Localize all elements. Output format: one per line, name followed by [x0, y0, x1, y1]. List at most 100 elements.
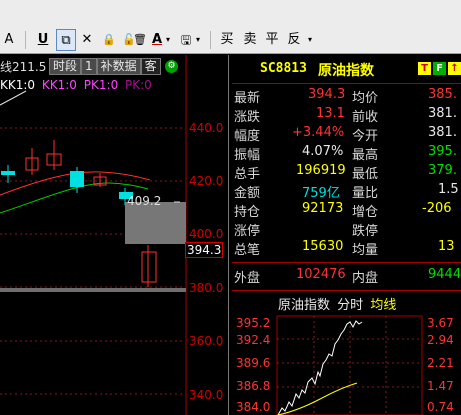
quote-row: 持仓 92173 增仓 -206	[232, 201, 461, 220]
mini-pct-label: 2.21	[427, 356, 454, 370]
average-line	[277, 382, 358, 415]
quote-value: +3.44%	[292, 125, 345, 140]
chevron-down-icon[interactable]: ▾	[164, 29, 172, 51]
sell-button[interactable]: 卖	[242, 29, 258, 51]
mini-pct-label: 2.94	[427, 333, 454, 347]
quote-value: 381.	[428, 125, 457, 140]
candle	[93, 173, 107, 187]
outer-label: 外盘	[234, 271, 261, 286]
quote-label: 最高	[352, 148, 379, 163]
mini-price-label: 384.0	[236, 400, 271, 414]
quote-row: 最新 394.3 均价 385.	[232, 87, 461, 106]
quote-label: 量比	[352, 186, 379, 201]
mini-pct-label: 3.67	[427, 316, 454, 330]
quote-row: 总手 196919 最低 379.	[232, 163, 461, 182]
intraday-svg	[276, 315, 423, 415]
candle	[25, 148, 39, 175]
price-line	[277, 320, 363, 415]
quote-value: 4.07%	[302, 144, 344, 159]
quote-value: 381.	[428, 106, 457, 121]
candle	[141, 245, 157, 287]
candle	[1, 165, 15, 183]
quote-header: SC8813 原油指数 T F ↑	[232, 58, 461, 82]
quote-row: 幅度 +3.44% 今开 381.	[232, 125, 461, 144]
settings-icon[interactable]: ⚙	[165, 60, 178, 73]
quote-label: 幅度	[234, 129, 261, 144]
reverse-button[interactable]: 反	[286, 29, 302, 51]
intraday-mini-chart[interactable]: 原油指数 分时 均线 395.2 392.4 389.6 386.8 384.0…	[232, 294, 461, 415]
inner-value: 9444	[428, 267, 461, 282]
price-label: 400.0	[189, 227, 224, 241]
flag-icon[interactable]: ↑	[448, 62, 461, 75]
indicator-values: KK1:0 KK1:0 PK1:0 PK:0	[0, 78, 152, 92]
quote-value: 13	[438, 239, 455, 254]
close-icon[interactable]: ✕	[78, 29, 96, 51]
current-price-tag: 394.3	[185, 242, 224, 258]
quote-label: 最低	[352, 167, 379, 182]
lock-icon[interactable]: 🔒	[100, 29, 118, 51]
indicator-kk: KK1:0	[0, 78, 36, 92]
price-label: 420.0	[189, 174, 224, 188]
quote-label: 前收	[352, 110, 379, 125]
mini-price-label: 395.2	[236, 316, 271, 330]
tab-supplement[interactable]: 补数据	[96, 58, 141, 75]
separator-line	[0, 288, 186, 292]
buy-button[interactable]: 买	[219, 29, 235, 51]
divider	[232, 290, 461, 291]
quote-value: 92173	[302, 201, 344, 216]
quote-value: 379.	[428, 163, 457, 178]
tab-page[interactable]: 1	[81, 58, 97, 75]
tab-other[interactable]: 客	[140, 58, 161, 75]
indicator-pk: PK1:0	[83, 78, 119, 92]
quote-value: 15630	[302, 239, 344, 254]
chevron-down-icon[interactable]: ▾	[194, 29, 202, 51]
text-color-button[interactable]: A	[150, 29, 164, 51]
price-label: 440.0	[189, 121, 224, 135]
mini-price-label: 389.6	[236, 356, 271, 370]
quote-label: 均价	[352, 91, 379, 106]
chart-info-text: 线211.5	[0, 60, 47, 74]
quote-label: 持仓	[234, 205, 261, 220]
quote-label: 今开	[352, 129, 379, 144]
quote-label: 最新	[234, 91, 261, 106]
toolbar: A U ⧉ ✕ 🔒 🔓 🗑 A ▾ 🖫 ▾ 买 卖 平 反 ▾	[0, 0, 461, 54]
candlestick-chart[interactable]: 440.0 420.0 400.0 380.0 360.0 340.0 394.…	[0, 55, 230, 415]
indicator-line	[0, 90, 27, 106]
quote-label: 总笔	[234, 243, 261, 258]
indicator-pk2: PK:0	[125, 78, 152, 92]
quote-value: 385.	[428, 87, 457, 102]
inner-label: 内盘	[352, 271, 379, 286]
chevron-down-icon[interactable]: ▾	[306, 29, 314, 51]
price-label: 380.0	[189, 281, 224, 295]
quote-label: 涨跌	[234, 110, 261, 125]
quote-label: 增仓	[352, 205, 379, 220]
quote-value: 13.1	[316, 106, 345, 121]
save-icon[interactable]: 🖫	[178, 29, 194, 51]
delete-icon[interactable]: 🗑	[131, 29, 149, 51]
mini-price-label: 386.8	[236, 379, 271, 393]
quote-row: 总笔 15630 均量 13	[232, 239, 461, 258]
level-label: 409.2	[127, 194, 162, 208]
close-position-button[interactable]: 平	[264, 29, 280, 51]
quote-label: 振幅	[234, 148, 261, 163]
contract-name: 原油指数	[318, 63, 374, 79]
quote-value: 394.3	[308, 87, 346, 102]
copy-icon[interactable]: ⧉	[56, 29, 76, 51]
mini-price-label: 392.4	[236, 333, 271, 347]
quote-value: -206	[422, 201, 452, 216]
quote-label: 总手	[234, 167, 261, 182]
divider	[232, 83, 461, 84]
flag-f-icon[interactable]: F	[433, 62, 446, 75]
order-flow-row: 外盘 102476 内盘 9444	[232, 267, 461, 286]
underline-button[interactable]: U	[34, 29, 52, 51]
price-label: 360.0	[189, 334, 224, 348]
quote-label: 金额	[234, 186, 261, 201]
divider	[232, 262, 461, 263]
outer-value: 102476	[296, 267, 346, 282]
tab-timeshare[interactable]: 时段	[49, 58, 82, 75]
quote-row: 涨跌 13.1 前收 381.	[232, 106, 461, 125]
mini-pct-label: 0.74	[427, 400, 454, 414]
flag-t-icon[interactable]: T	[418, 62, 431, 75]
font-size-button[interactable]: A	[2, 29, 16, 51]
mini-chart-frame	[276, 315, 423, 415]
